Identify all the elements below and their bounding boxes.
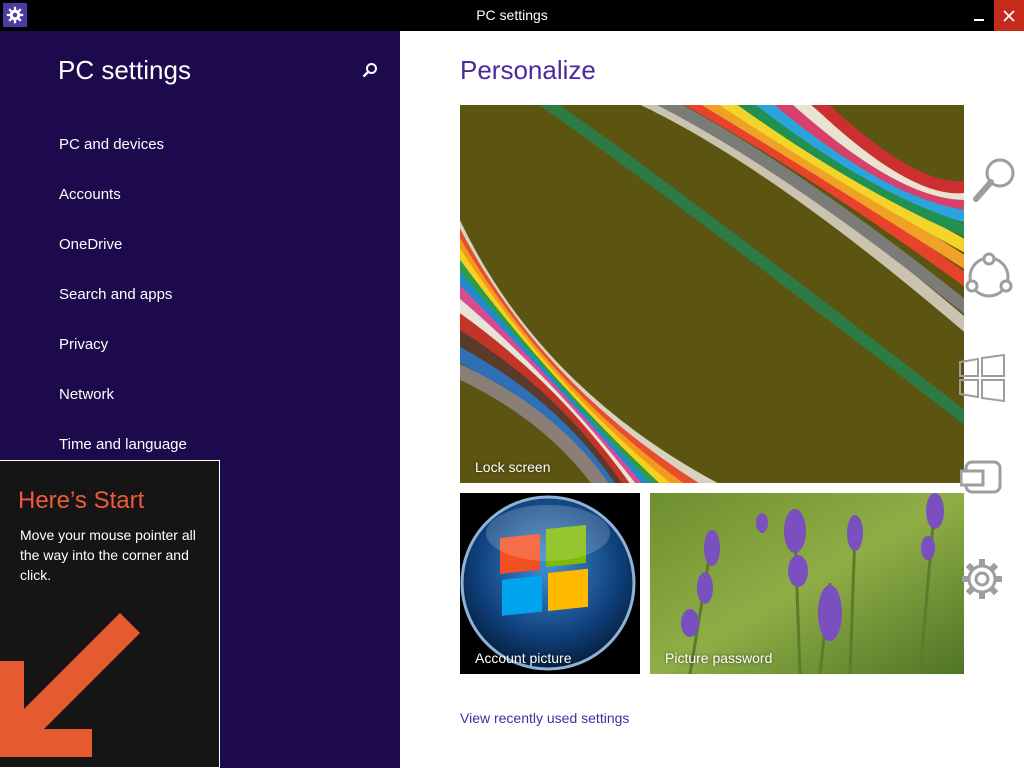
sidebar-item-accounts[interactable]: Accounts <box>59 186 121 203</box>
picture-password-tile[interactable]: Picture password <box>650 493 964 674</box>
view-recent-settings-link[interactable]: View recently used settings <box>460 710 629 726</box>
close-icon <box>1003 9 1015 22</box>
lavender-image <box>650 493 964 674</box>
window-title: PC settings <box>476 7 548 23</box>
sidebar-item-onedrive[interactable]: OneDrive <box>59 236 122 253</box>
lock-screen-label: Lock screen <box>475 459 551 475</box>
settings-charm-icon[interactable] <box>960 557 1004 601</box>
start-tip-popup: Here’s Start Move your mouse pointer all… <box>0 460 220 768</box>
close-button[interactable] <box>994 0 1024 31</box>
devices-charm-icon[interactable] <box>960 459 1004 497</box>
picture-password-label: Picture password <box>665 650 773 666</box>
sidebar-title: PC settings <box>58 55 191 85</box>
start-tip-title: Here’s Start <box>18 487 145 514</box>
sidebar-item-pc-and-devices[interactable]: PC and devices <box>59 136 164 153</box>
start-tip-body: Move your mouse pointer all the way into… <box>20 527 196 583</box>
account-picture-tile[interactable]: Account picture <box>460 493 640 674</box>
windows-orb-image <box>460 493 640 674</box>
page-title: Personalize <box>460 55 596 85</box>
minimize-button[interactable] <box>964 0 994 31</box>
start-charm-icon[interactable] <box>958 354 1006 402</box>
sidebar-item-network[interactable]: Network <box>59 386 114 403</box>
sidebar-item-privacy[interactable]: Privacy <box>59 336 108 353</box>
account-picture-label: Account picture <box>475 650 572 666</box>
search-charm-icon[interactable] <box>970 155 1020 205</box>
title-bar: PC settings <box>0 0 1024 31</box>
corner-arrow-icon <box>0 613 140 757</box>
search-icon[interactable] <box>360 61 380 81</box>
lock-screen-image <box>460 105 964 483</box>
sidebar-item-search-and-apps[interactable]: Search and apps <box>59 286 172 303</box>
share-charm-icon[interactable] <box>964 252 1014 302</box>
lock-screen-tile[interactable]: Lock screen <box>460 105 964 483</box>
sidebar-item-time-and-language[interactable]: Time and language <box>59 436 187 453</box>
